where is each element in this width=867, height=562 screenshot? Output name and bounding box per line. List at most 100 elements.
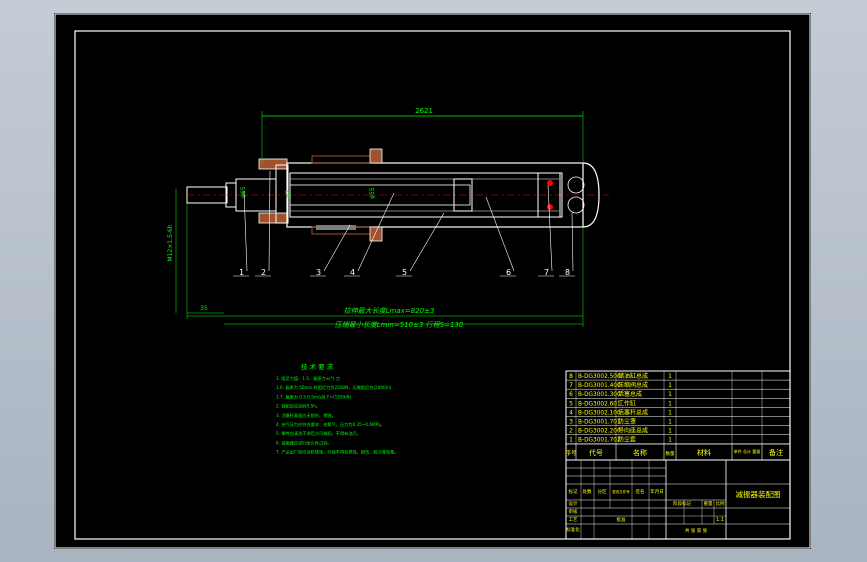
bom-cell-name: 防尘罩: [618, 418, 636, 426]
bom-header-remark: 备注: [769, 448, 783, 457]
tb-label-change-doc: 更改文件号: [612, 489, 630, 494]
shock-absorber-view: [186, 148, 609, 242]
tech-req-item: 1. 阻尼力值：1.5、复原力±(*) 力: [276, 375, 340, 382]
tb-label-sheet: 共 张 第 张: [685, 527, 708, 534]
bom-header-name: 名称: [633, 448, 647, 457]
callout-leader: [409, 212, 445, 272]
callout-leader: [485, 196, 515, 272]
tb-label-design: 设计: [569, 500, 578, 507]
tb-label-zone: 分区: [598, 488, 607, 495]
bom-cell-qty: 1: [668, 437, 672, 444]
callout-number: 7: [544, 268, 549, 277]
bom-cell-code: B-DG3002.100: [578, 410, 621, 416]
bom-cell-code: B-DG3001.400: [578, 383, 621, 389]
eye-ring-bottom: [567, 196, 585, 214]
lower-strip: [316, 225, 356, 230]
title-block-grid: [566, 460, 790, 539]
bom-cell-name: 活塞总成: [618, 390, 642, 398]
bom-cell-qty: 1: [668, 382, 672, 389]
callout-leader: [571, 212, 574, 272]
bom-cell-qty: 1: [668, 419, 672, 426]
tech-req-item: 4. 充气压力应符合要求：充氮气，压力为0.35~0.6MPa。: [276, 421, 385, 428]
bom-cell-code: B-DG3001.300: [578, 392, 621, 398]
bom-cell-name: 工作缸: [618, 399, 636, 407]
assembly-drawing: 2621 φ65 φ7 φ55 M12×1.5-6h 35 拉伸最大长度Lmax…: [54, 13, 811, 549]
tb-scale-value: 1:1: [716, 517, 724, 523]
callout-number: 3: [316, 268, 321, 277]
tb-drawing-title: 减振器装配图: [736, 489, 781, 499]
bom-cell-qty: 1: [668, 409, 672, 416]
tb-label-stage: 阶段标记: [673, 500, 691, 507]
tb-label-check: 审核: [569, 508, 578, 515]
bom-cell-no: 6: [569, 391, 573, 398]
bom-cell-qty: 1: [668, 428, 672, 435]
bom-and-title-block: 8 B-DG3002.500储油缸总成 17 B-DG3001.400压缩阀总成 16 B…: [565, 370, 791, 540]
tb-label-sign: 签名: [636, 488, 645, 495]
tech-req-item: 1.7. 复原力 0.5 0.5m/s时 F=(150/kN): [276, 393, 352, 400]
tech-req-title: 技 术 要 求: [301, 362, 334, 371]
bom-cell-name: 压缩阀总成: [618, 381, 648, 389]
bom-header-code: 代号: [589, 448, 603, 457]
bom-cell-qty: 1: [668, 373, 672, 380]
drawing-canvas[interactable]: 2621 φ65 φ7 φ55 M12×1.5-6h 35 拉伸最大长度Lmax…: [54, 13, 811, 549]
callout-leader: [547, 184, 553, 272]
tech-req-item: 2. 装配后应运转0.5h。: [276, 403, 320, 410]
dim-dia-b: φ7: [285, 190, 292, 198]
tech-req-item: 3. 活塞杆表面应无划伤、锈蚀。: [276, 412, 336, 419]
bom-header-weight: 单件 总计 重量: [734, 448, 761, 454]
callout-number: 8: [565, 268, 570, 277]
dim-dia-a: φ65: [240, 186, 247, 198]
dimensions: 2621 φ65 φ7 φ55 M12×1.5-6h 35 拉伸最大长度Lmax…: [167, 107, 584, 329]
bom-table: 8 B-DG3002.500储油缸总成 17 B-DG3001.400压缩阀总成 16 B…: [566, 371, 790, 445]
tb-label-standard: 标准化: [566, 526, 580, 533]
bom-cell-no: 3: [569, 419, 573, 426]
bom-cell-no: 1: [569, 437, 573, 444]
tb-label-scale: 比例: [716, 500, 725, 507]
tech-requirements: 技 术 要 求 1. 阻尼力值：1.5、复原力±(*) 力 1.6. 复原力 5…: [276, 362, 399, 456]
tb-label-mark: 标记: [569, 488, 578, 495]
bom-cell-name: 防尘套: [618, 436, 636, 444]
bom-cell-code: B-DG3001.702: [578, 438, 621, 444]
callouts: 1 2 3 4 5 6 7 8: [233, 170, 575, 277]
callout-number: 1: [239, 268, 244, 277]
note-min-length: 压缩最小长度Lmin=510±3 行程S=130: [335, 321, 464, 329]
tech-req-list: 1. 阻尼力值：1.5、复原力±(*) 力 1.6. 复原力 50m/s 时阻尼…: [276, 375, 399, 456]
tech-req-item: 7. 产品出厂前应涂防锈漆，外观不得有锈蚀、损伤、脏污等现象。: [276, 449, 399, 456]
bom-cell-qty: 1: [668, 400, 672, 407]
eye-ring-top: [567, 176, 585, 194]
callout-number: 5: [402, 268, 407, 277]
dim-side-label: M12×1.5-6h: [167, 224, 174, 261]
valve-detail-2: [547, 204, 553, 210]
top-cap-upper: [258, 158, 288, 170]
bracket-top: [369, 148, 383, 164]
bom-cell-no: 8: [569, 373, 573, 380]
callout-leader: [243, 190, 248, 272]
callout-number: 4: [350, 268, 355, 277]
callout-leader: [323, 224, 351, 272]
bom-cell-no: 7: [569, 382, 573, 389]
bom-cell-code: B-DG3001.701: [578, 420, 621, 426]
tb-label-approve: 批准: [617, 516, 626, 523]
bom-cell-code: B-DG3002.601: [578, 401, 621, 407]
bom-cell-no: 5: [569, 400, 573, 407]
top-cap-lower: [258, 212, 288, 224]
tech-req-item: 6. 减振器应进行耐久性试验。: [276, 439, 332, 446]
bom-cell-name: 活塞杆总成: [618, 408, 648, 416]
bom-header-material: 材料: [697, 448, 711, 457]
bom-cell-name: 导向座总成: [618, 427, 648, 435]
bom-cell-code: B-DG3002.500: [578, 374, 621, 380]
dim-offset: 35: [200, 305, 208, 312]
tb-label-count: 处数: [583, 488, 592, 495]
tb-label-process: 工艺: [569, 517, 578, 523]
tech-req-item: 5. 零件应清洗干净后方可装配，不得有油污。: [276, 430, 361, 437]
bom-cell-no: 2: [569, 428, 573, 435]
bom-cell-no: 4: [569, 409, 573, 416]
outer-frame: [54, 13, 811, 549]
bom-header-no: 序号: [565, 449, 577, 457]
callout-number: 2: [261, 268, 266, 277]
bom-cell-name: 储油缸总成: [618, 372, 648, 380]
dim-total-length: 2621: [415, 107, 433, 115]
note-max-length: 拉伸最大长度Lmax=820±3: [344, 307, 435, 315]
tb-label-date: 年月日: [650, 488, 664, 495]
bracket-bottom: [369, 226, 383, 242]
